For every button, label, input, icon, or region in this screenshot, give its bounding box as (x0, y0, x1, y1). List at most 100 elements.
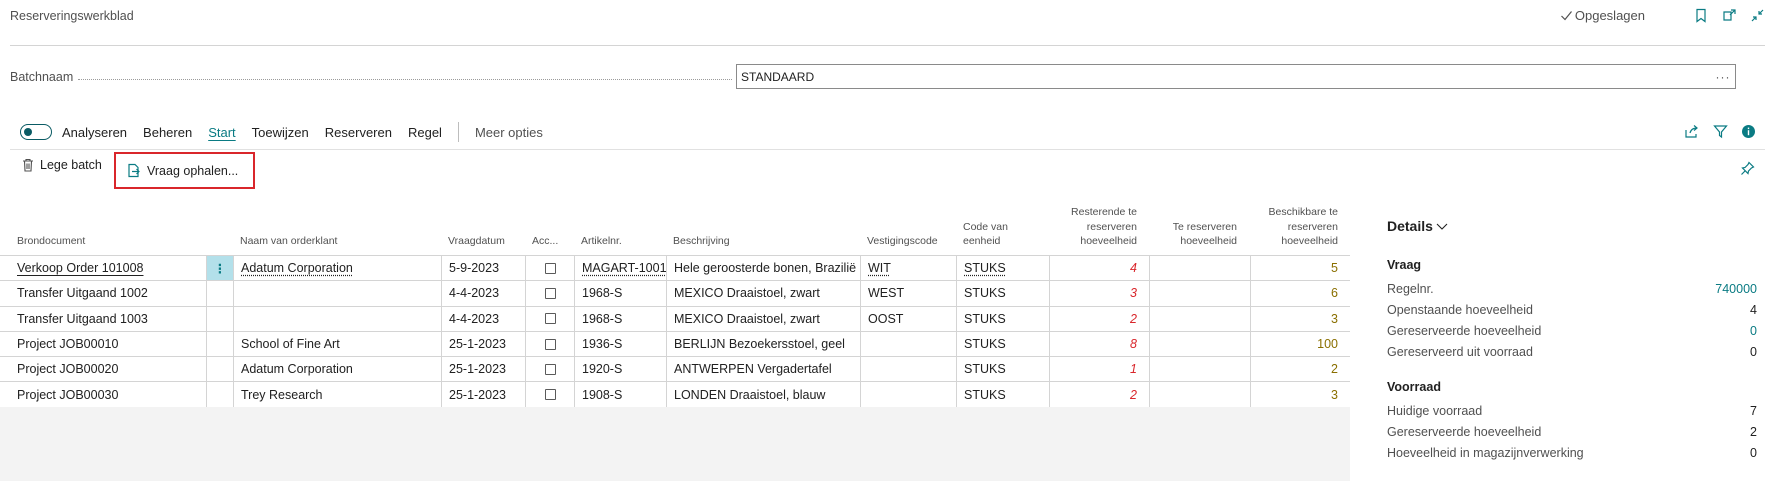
cell-description[interactable]: BERLIJN Bezoekersstoel, geel (666, 331, 860, 357)
cell-source[interactable]: Transfer Uitgaand 1003 (10, 307, 206, 331)
row-actions[interactable]: ⋮ (206, 256, 233, 281)
cell-date[interactable]: 4-4-2023 (441, 281, 525, 306)
cell-to-reserve[interactable] (1149, 382, 1250, 407)
cell-remaining[interactable]: 8 (1049, 331, 1149, 357)
cell-location[interactable]: WEST (860, 281, 956, 306)
cell-uom[interactable]: STUKS (956, 331, 1049, 357)
table-row[interactable]: Project JOB00010 School of Fine Art 25-1… (0, 331, 1350, 358)
cell-customer[interactable] (233, 281, 441, 306)
col-header-remaining[interactable]: Resterende te reserveren hoeveelheid (1049, 200, 1149, 254)
col-header-accept[interactable]: Acc... (525, 200, 570, 254)
cell-date[interactable]: 4-4-2023 (441, 306, 525, 331)
table-row[interactable]: Transfer Uitgaand 1003 4-4-2023 1968-S M… (0, 306, 1350, 332)
analyze-label[interactable]: Analyseren (62, 125, 127, 140)
cell-date[interactable]: 25-1-2023 (441, 357, 525, 382)
cell-accept[interactable] (525, 281, 574, 306)
cell-item[interactable]: 1920-S (574, 357, 666, 382)
menu-more-options[interactable]: Meer opties (475, 125, 543, 140)
analyze-toggle[interactable] (20, 124, 52, 140)
cell-to-reserve[interactable] (1149, 281, 1250, 306)
cell-source[interactable]: Project JOB00030 (10, 382, 206, 406)
accept-checkbox[interactable] (544, 287, 556, 299)
cell-to-reserve[interactable] (1149, 331, 1250, 357)
cell-uom[interactable]: STUKS (956, 306, 1049, 331)
table-row[interactable]: Verkoop Order 101008 ⋮ Adatum Corporatio… (0, 256, 1350, 282)
collapse-icon[interactable] (1749, 7, 1765, 23)
menu-beheren[interactable]: Beheren (143, 125, 192, 140)
batch-name-input[interactable]: STANDAARD ··· (736, 64, 1736, 89)
cell-accept[interactable] (525, 256, 574, 281)
open-new-window-icon[interactable] (1721, 7, 1737, 23)
cell-description[interactable]: MEXICO Draaistoel, zwart (666, 281, 860, 306)
cell-source[interactable]: Transfer Uitgaand 1002 (10, 281, 206, 305)
cell-date[interactable]: 25-1-2023 (441, 382, 525, 407)
cell-accept[interactable] (525, 357, 574, 382)
cell-accept[interactable] (525, 306, 574, 331)
col-header-to-reserve[interactable]: Te reserveren hoeveelheid (1149, 200, 1249, 254)
row-actions[interactable] (206, 281, 233, 306)
row-actions[interactable] (206, 357, 233, 382)
batch-lookup-button[interactable]: ··· (1711, 70, 1735, 84)
cell-available[interactable]: 3 (1250, 306, 1350, 331)
cell-item[interactable]: 1908-S (574, 382, 666, 407)
cell-customer[interactable]: School of Fine Art (233, 331, 441, 357)
cell-location[interactable] (860, 331, 956, 357)
share-icon[interactable] (1683, 122, 1701, 140)
cell-description[interactable]: LONDEN Draaistoel, blauw (666, 382, 860, 407)
cell-remaining[interactable]: 2 (1049, 306, 1149, 331)
cell-accept[interactable] (525, 331, 574, 357)
cell-location[interactable] (860, 357, 956, 382)
accept-checkbox[interactable] (544, 363, 556, 375)
cell-uom[interactable]: STUKS (956, 256, 1049, 281)
cell-date[interactable]: 5-9-2023 (441, 256, 525, 281)
cell-description[interactable]: Hele geroosterde bonen, Brazilië (666, 256, 860, 281)
table-row[interactable]: Transfer Uitgaand 1002 4-4-2023 1968-S M… (0, 281, 1350, 307)
table-row[interactable]: Project JOB00020 Adatum Corporation 25-1… (0, 357, 1350, 383)
kebab-icon[interactable]: ⋮ (207, 256, 233, 281)
cell-location[interactable]: WIT (860, 256, 956, 281)
col-header-customer[interactable]: Naam van orderklant (233, 200, 433, 254)
cell-accept[interactable] (525, 382, 574, 407)
cell-item[interactable]: MAGART-1001 (574, 256, 666, 281)
get-demand-button[interactable]: Vraag ophalen... (114, 152, 255, 189)
cell-available[interactable]: 6 (1250, 281, 1350, 306)
pin-icon[interactable] (1740, 161, 1755, 179)
cell-available[interactable]: 3 (1250, 382, 1350, 407)
cell-remaining[interactable]: 2 (1049, 382, 1149, 407)
cell-item[interactable]: 1936-S (574, 331, 666, 357)
details-header[interactable]: Details (1387, 218, 1757, 234)
cell-uom[interactable]: STUKS (956, 357, 1049, 382)
cell-to-reserve[interactable] (1149, 306, 1250, 331)
details-value-link[interactable]: 740000 (1715, 282, 1757, 296)
col-header-uom[interactable]: Code van eenheid (956, 200, 1056, 254)
cell-source[interactable]: Project JOB00020 (10, 357, 206, 381)
cell-source[interactable]: Project JOB00010 (10, 332, 206, 356)
cell-source[interactable]: Verkoop Order 101008 (10, 256, 206, 280)
cell-date[interactable]: 25-1-2023 (441, 331, 525, 357)
menu-reserveren[interactable]: Reserveren (325, 125, 392, 140)
col-header-location[interactable]: Vestigingscode (860, 200, 960, 254)
cell-location[interactable] (860, 382, 956, 407)
col-header-demand-date[interactable]: Vraagdatum (441, 200, 531, 254)
cell-to-reserve[interactable] (1149, 256, 1250, 281)
filter-icon[interactable] (1711, 122, 1729, 140)
cell-description[interactable]: ANTWERPEN Vergadertafel (666, 357, 860, 382)
cell-available[interactable]: 2 (1250, 357, 1350, 382)
empty-batch-button[interactable]: Lege batch (22, 158, 102, 172)
menu-start[interactable]: Start (208, 125, 235, 140)
row-actions[interactable] (206, 306, 233, 331)
info-icon[interactable] (1739, 122, 1757, 140)
accept-checkbox[interactable] (544, 313, 556, 325)
menu-regel[interactable]: Regel (408, 125, 442, 140)
cell-description[interactable]: MEXICO Draaistoel, zwart (666, 306, 860, 331)
accept-checkbox[interactable] (544, 338, 556, 350)
cell-remaining[interactable]: 4 (1049, 256, 1149, 281)
cell-to-reserve[interactable] (1149, 357, 1250, 382)
cell-customer[interactable] (233, 306, 441, 331)
accept-checkbox[interactable] (544, 262, 556, 274)
cell-customer[interactable]: Trey Research (233, 382, 441, 407)
cell-customer[interactable]: Adatum Corporation (233, 357, 441, 382)
row-actions[interactable] (206, 331, 233, 357)
col-header-item-no[interactable]: Artikelnr. (574, 200, 664, 254)
cell-uom[interactable]: STUKS (956, 281, 1049, 306)
